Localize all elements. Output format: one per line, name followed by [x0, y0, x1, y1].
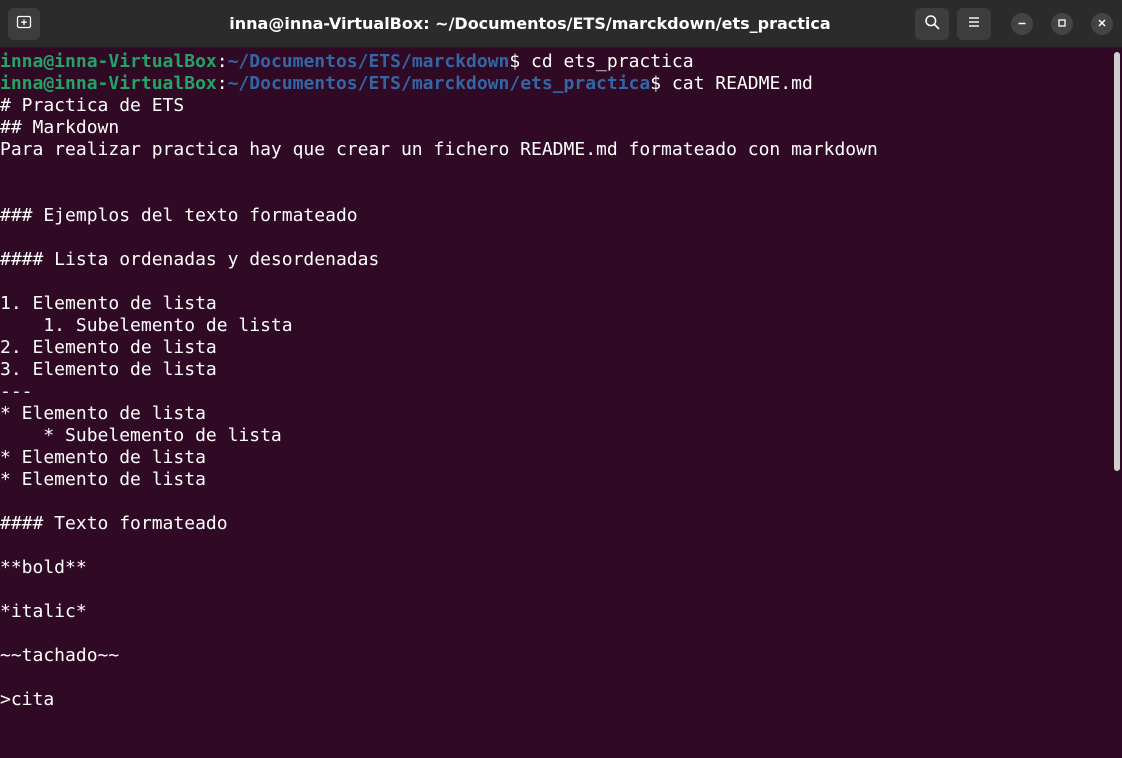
output-line: * Elemento de lista: [0, 469, 206, 490]
output-line: * Subelemento de lista: [0, 425, 282, 446]
output-line: ## Markdown: [0, 117, 120, 138]
close-icon: [1097, 15, 1107, 33]
prompt-line: inna@inna-VirtualBox:~/Documentos/ETS/ma…: [0, 73, 1110, 95]
menu-button[interactable]: [957, 8, 991, 40]
prompt-colon: :: [216, 51, 228, 72]
search-icon: [924, 14, 940, 35]
minimize-button[interactable]: [1011, 13, 1033, 35]
prompt-command: cat README.md: [661, 73, 813, 94]
prompt-colon: :: [216, 73, 228, 94]
output-line: >cita: [0, 689, 55, 710]
output-line: 3. Elemento de lista: [0, 359, 217, 380]
window-title: inna@inna-VirtualBox: ~/Documentos/ETS/m…: [229, 14, 831, 33]
maximize-button[interactable]: [1051, 13, 1073, 35]
prompt-symbol: $: [509, 51, 521, 72]
new-tab-button[interactable]: [8, 8, 40, 40]
output-line: ### Ejemplos del texto formateado: [0, 205, 358, 226]
output-line: Para realizar practica hay que crear un …: [0, 139, 878, 160]
prompt-command: cd ets_practica: [520, 51, 694, 72]
output-line: * Elemento de lista: [0, 447, 206, 468]
output-line: ---: [0, 381, 33, 402]
prompt-user-host: inna@inna-VirtualBox: [0, 73, 217, 94]
title-bar[interactable]: inna@inna-VirtualBox: ~/Documentos/ETS/m…: [0, 0, 1122, 48]
terminal-window: inna@inna-VirtualBox: ~/Documentos/ETS/m…: [0, 0, 1122, 758]
output-line: ~~tachado~~: [0, 645, 120, 666]
output-line: # Practica de ETS: [0, 95, 185, 116]
prompt-path: ~/Documentos/ETS/marckdown: [227, 51, 510, 72]
output-line: #### Lista ordenadas y desordenadas: [0, 249, 380, 270]
output-line: 2. Elemento de lista: [0, 337, 217, 358]
output-line: **bold**: [0, 557, 87, 578]
search-button[interactable]: [915, 8, 949, 40]
output-line: 1. Subelemento de lista: [0, 315, 293, 336]
maximize-icon: [1057, 15, 1067, 33]
close-button[interactable]: [1091, 13, 1113, 35]
minimize-icon: [1017, 15, 1027, 33]
output-line: 1. Elemento de lista: [0, 293, 217, 314]
new-tab-icon: [16, 14, 32, 35]
prompt-symbol: $: [650, 73, 662, 94]
prompt-path: ~/Documentos/ETS/marckdown/ets_practica: [227, 73, 651, 94]
output-line: *italic*: [0, 601, 87, 622]
hamburger-menu-icon: [967, 15, 981, 33]
output-line: #### Texto formateado: [0, 513, 228, 534]
terminal-output[interactable]: inna@inna-VirtualBox:~/Documentos/ETS/ma…: [0, 51, 1110, 758]
output-line: * Elemento de lista: [0, 403, 206, 424]
scrollbar-thumb[interactable]: [1114, 52, 1120, 471]
prompt-line: inna@inna-VirtualBox:~/Documentos/ETS/ma…: [0, 51, 1110, 73]
prompt-user-host: inna@inna-VirtualBox: [0, 51, 217, 72]
